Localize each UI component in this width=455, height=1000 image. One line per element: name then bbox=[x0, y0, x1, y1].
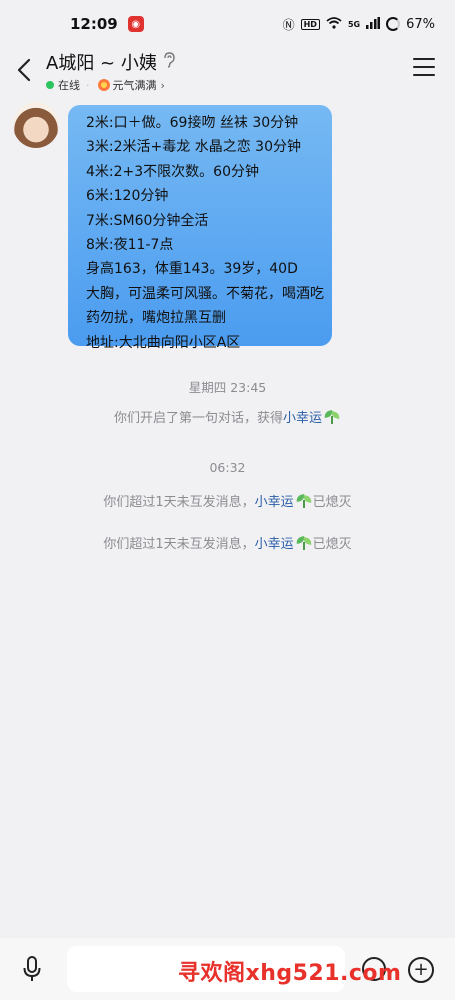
timestamp: 06:32 bbox=[209, 460, 246, 475]
message-bubble[interactable]: 2米:口＋做。69接吻 丝袜 30分钟 3米:2米活+毒龙 水晶之恋 30分钟 … bbox=[68, 105, 332, 351]
system-message: 你们超过1天未互发消息， 小幸运 已熄灭 bbox=[0, 491, 455, 510]
plus-icon[interactable]: + bbox=[408, 957, 434, 983]
lucky-link[interactable]: 小幸运 bbox=[283, 407, 322, 426]
message-line: 药勿扰，嘴炮拉黑互删 bbox=[86, 310, 226, 327]
voice-button[interactable] bbox=[18, 955, 46, 983]
system-text: 你们超过1天未互发消息， bbox=[103, 495, 255, 510]
watermark: 寻欢阁xhg521.com bbox=[178, 961, 402, 986]
message-line: 3米:2米活+毒龙 水晶之恋 30分钟 bbox=[86, 139, 301, 156]
menu-line bbox=[413, 74, 435, 76]
system-text: 你们超过1天未互发消息， bbox=[103, 537, 255, 552]
hamburger-menu-icon bbox=[413, 58, 435, 60]
vitality-status: 元气满满 bbox=[112, 79, 157, 92]
contact-name: A城阳 ~ 小姨 bbox=[46, 53, 157, 74]
status-bar: 12:09 ◉ Ⓝ HD 5G 67% bbox=[0, 0, 455, 48]
message-line: 大胸，可温柔可风骚。不菊花，喝酒吃 bbox=[86, 285, 324, 302]
message-line: 4米:2+3不限次数。60分钟 bbox=[86, 163, 259, 180]
network-type: 5G bbox=[347, 19, 361, 29]
status-time: 12:09 bbox=[70, 15, 118, 33]
system-text: 你们开启了第一句对话，获得 bbox=[113, 411, 283, 426]
back-arrow-icon bbox=[17, 58, 31, 82]
sprout-icon bbox=[323, 410, 341, 424]
system-text-suffix: 已熄灭 bbox=[312, 537, 352, 552]
online-status: 在线 bbox=[58, 79, 80, 92]
divider: · bbox=[86, 78, 90, 92]
online-status-icon bbox=[46, 81, 54, 89]
wifi-icon bbox=[326, 16, 342, 32]
timestamp: 星期四 23:45 bbox=[188, 380, 267, 395]
chat-header: A城阳 ~ 小姨 在线 · 元气满满 › bbox=[0, 48, 455, 96]
hd-badge: HD bbox=[300, 18, 320, 30]
lucky-link[interactable]: 小幸运 bbox=[255, 533, 294, 552]
message-line: 6米:120分钟 bbox=[86, 188, 169, 205]
battery-icon bbox=[386, 17, 401, 31]
status-icons: Ⓝ HD 5G 67% bbox=[283, 16, 435, 33]
chevron-right-icon: › bbox=[160, 78, 165, 92]
app-notification-icon: ◉ bbox=[127, 16, 144, 32]
message-line: 地址:大北曲向阳小区A区 bbox=[86, 334, 241, 351]
vitality-icon bbox=[97, 79, 110, 91]
contact-info[interactable]: A城阳 ~ 小姨 在线 · 元气满满 › bbox=[46, 48, 175, 93]
lucky-link[interactable]: 小幸运 bbox=[255, 491, 294, 510]
contact-avatar[interactable] bbox=[13, 102, 59, 148]
menu-button[interactable] bbox=[413, 58, 435, 76]
system-message: 你们超过1天未互发消息， 小幸运 已熄灭 bbox=[0, 533, 455, 552]
microphone-icon bbox=[23, 956, 41, 981]
message-line: 身高163，体重143。39岁，40D bbox=[86, 261, 298, 278]
message-line: 8米:夜11-7点 bbox=[86, 237, 174, 254]
message-line: 7米:SM60分钟全活 bbox=[86, 212, 209, 229]
nfc-icon: Ⓝ bbox=[282, 17, 295, 32]
back-button[interactable] bbox=[2, 48, 46, 92]
message-line: 2米:口＋做。69接吻 丝袜 30分钟 bbox=[86, 115, 299, 131]
ear-icon bbox=[163, 52, 175, 72]
system-message: 你们开启了第一句对话，获得 小幸运 bbox=[0, 407, 455, 426]
menu-line bbox=[413, 66, 435, 68]
sprout-icon bbox=[295, 536, 313, 550]
system-text-suffix: 已熄灭 bbox=[312, 495, 352, 510]
battery-level: 67% bbox=[406, 16, 435, 32]
chat-area[interactable]: 2米:口＋做。69接吻 丝袜 30分钟 3米:2米活+毒龙 水晶之恋 30分钟 … bbox=[0, 96, 455, 938]
sprout-icon bbox=[295, 494, 313, 508]
signal-icon bbox=[366, 16, 381, 32]
